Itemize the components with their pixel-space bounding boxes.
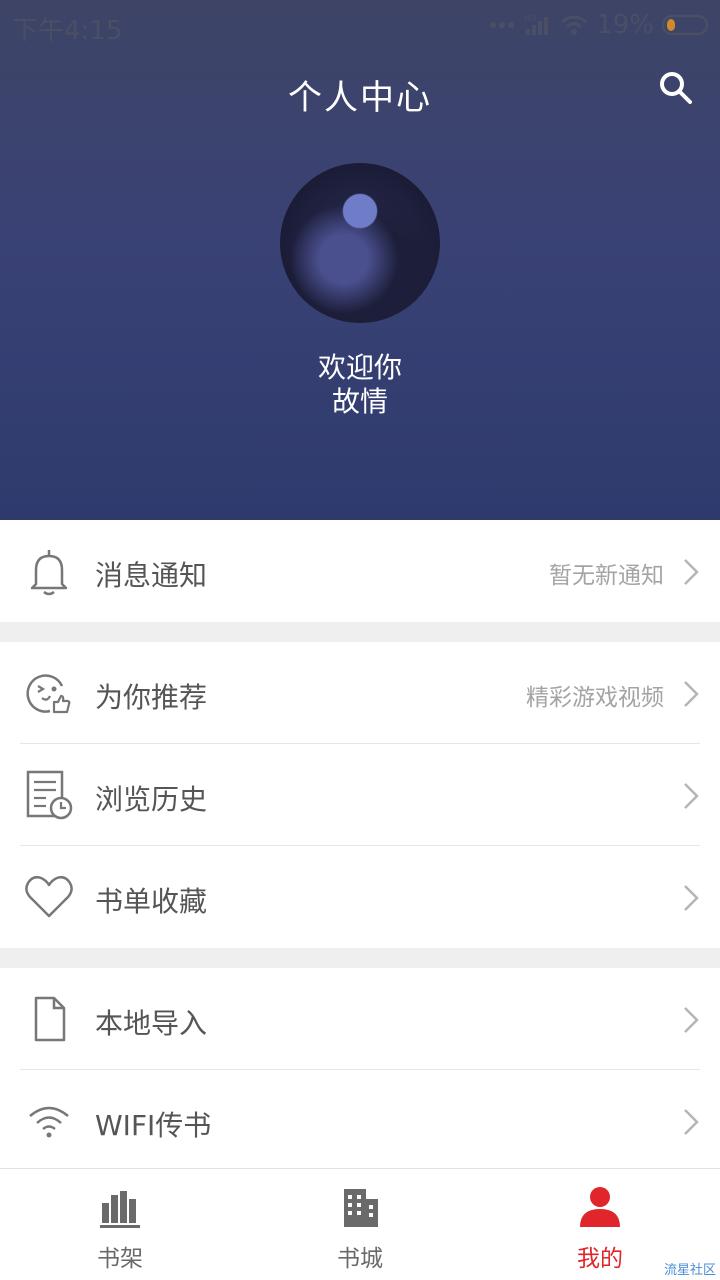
wifi-icon: [29, 1106, 69, 1138]
tab-label: 书城: [337, 1246, 383, 1272]
wifi-status-icon: [560, 14, 588, 36]
bell-icon: [30, 550, 68, 596]
avatar[interactable]: [280, 163, 440, 323]
menu-label: WIFI传书: [95, 1109, 212, 1142]
menu-label: 浏览历史: [95, 783, 208, 816]
chevron-right-icon: [684, 885, 699, 911]
username: 故情: [331, 385, 388, 418]
tab-bookshelf[interactable]: 书架: [0, 1169, 240, 1280]
watermark-text: 流星社区: [663, 1263, 716, 1278]
menu-item-history[interactable]: 浏览历史: [0, 744, 720, 846]
profile-header: 下午4:15 HD 19% 个人中心 欢迎你 故情: [0, 0, 720, 520]
signal-icon: HD: [522, 13, 552, 37]
dots-icon: [490, 21, 515, 29]
chevron-right-icon: [684, 783, 699, 809]
menu-item-notifications[interactable]: 消息通知 暂无新通知: [0, 520, 720, 622]
menu-label: 书单收藏: [95, 885, 208, 918]
menu-label: 本地导入: [95, 1007, 208, 1040]
menu-subtext: 精彩游戏视频: [526, 685, 664, 711]
menu-subtext: 暂无新通知: [549, 563, 664, 589]
menu-item-import[interactable]: 本地导入: [0, 968, 720, 1070]
tab-label: 书架: [97, 1246, 143, 1272]
heart-icon: [25, 875, 73, 918]
menu-label: 为你推荐: [95, 681, 208, 714]
menu-label: 消息通知: [95, 559, 208, 592]
status-time: 下午4:15: [12, 16, 123, 46]
content-card: 为你推荐 精彩游戏视频 浏览历史 书单收藏: [0, 642, 720, 948]
notifications-card: 消息通知 暂无新通知: [0, 520, 720, 622]
chevron-right-icon: [684, 681, 699, 707]
chevron-right-icon: [684, 1007, 699, 1033]
smiley-like-icon: [26, 674, 71, 714]
building-icon: [344, 1189, 378, 1227]
tab-bookstore[interactable]: 书城: [240, 1169, 480, 1280]
battery-icon: [662, 14, 708, 36]
menu-item-wifi[interactable]: WIFI传书: [0, 1070, 720, 1172]
battery-text: 19%: [596, 10, 654, 40]
menu-item-favorites[interactable]: 书单收藏: [0, 846, 720, 948]
chevron-right-icon: [684, 559, 699, 585]
search-button[interactable]: [658, 70, 694, 106]
file-icon: [34, 996, 66, 1042]
person-icon: [580, 1187, 620, 1227]
chevron-right-icon: [684, 1109, 699, 1135]
history-document-icon: [26, 770, 73, 820]
transfer-card: 本地导入 WIFI传书: [0, 968, 720, 1168]
status-bar: 下午4:15 HD 19%: [0, 0, 720, 52]
network-label: HD: [524, 14, 536, 23]
status-icons: HD 19%: [490, 10, 708, 40]
page-title: 个人中心: [288, 78, 432, 118]
bottom-tab-bar: 书架 书城 我的 流星社区: [0, 1168, 720, 1280]
bookshelf-icon: [100, 1191, 140, 1228]
search-icon: [660, 72, 692, 104]
menu-item-recommend[interactable]: 为你推荐 精彩游戏视频: [0, 642, 720, 744]
